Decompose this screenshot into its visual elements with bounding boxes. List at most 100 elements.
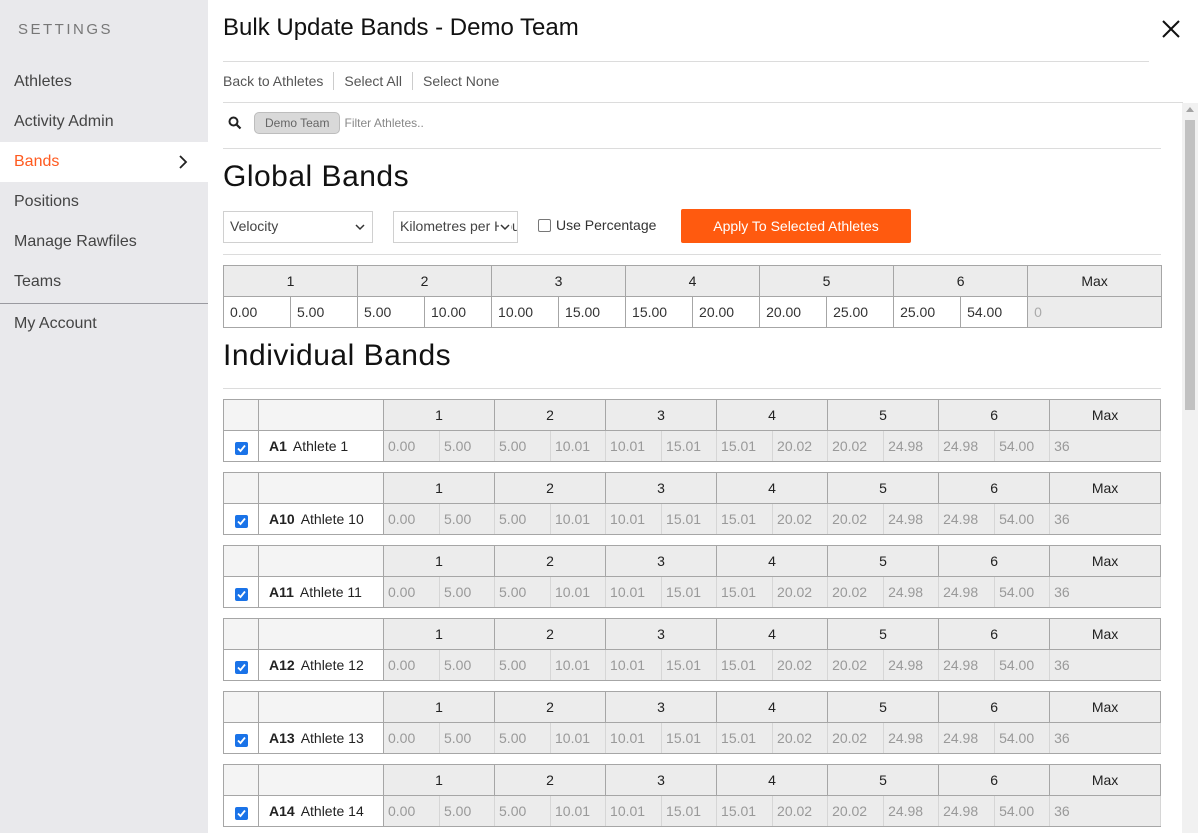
band-max-value-input[interactable]: 36: [1049, 649, 1162, 681]
sidebar-item-activity-admin[interactable]: Activity Admin: [0, 102, 208, 142]
band-min-input[interactable]: 10.00: [491, 296, 560, 328]
band-max-input[interactable]: 20.02: [772, 649, 829, 681]
band-max-value-input[interactable]: 36: [1049, 722, 1162, 754]
use-percentage-checkbox[interactable]: [538, 218, 551, 232]
band-max-input[interactable]: 5.00: [438, 576, 496, 608]
band-max-input[interactable]: 10.01: [550, 430, 607, 462]
band-max-input[interactable]: 54.00: [960, 296, 1029, 328]
band-min-input[interactable]: 15.01: [716, 576, 774, 608]
band-min-input[interactable]: 15.01: [716, 722, 774, 754]
band-min-input[interactable]: 5.00: [494, 722, 552, 754]
close-icon[interactable]: [1160, 18, 1182, 40]
band-max-input[interactable]: 10.01: [550, 576, 607, 608]
band-max-input[interactable]: 15.01: [661, 722, 718, 754]
band-min-input[interactable]: 5.00: [494, 503, 552, 535]
band-min-input[interactable]: 24.98: [938, 649, 996, 681]
athlete-select-checkbox[interactable]: [234, 514, 248, 528]
team-filter-chip[interactable]: Demo Team: [254, 112, 341, 134]
band-max-input[interactable]: 10.00: [424, 296, 493, 328]
band-max-input[interactable]: 24.98: [883, 649, 940, 681]
athlete-select-checkbox[interactable]: [234, 733, 248, 747]
back-to-athletes-link[interactable]: Back to Athletes: [223, 72, 333, 90]
sidebar-item-manage-rawfiles[interactable]: Manage Rawfiles: [0, 222, 208, 262]
band-min-input[interactable]: 10.01: [605, 430, 663, 462]
band-max-input[interactable]: 10.01: [550, 795, 607, 827]
band-min-input[interactable]: 20.02: [827, 430, 885, 462]
band-max-input[interactable]: 54.00: [994, 430, 1051, 462]
band-min-input[interactable]: 5.00: [357, 296, 426, 328]
band-min-input[interactable]: 20.02: [827, 649, 885, 681]
scroll-up-arrow-icon[interactable]: [1186, 107, 1194, 112]
sidebar-item-positions[interactable]: Positions: [0, 182, 208, 222]
band-max-input[interactable]: 20.02: [772, 430, 829, 462]
band-min-input[interactable]: 24.98: [938, 503, 996, 535]
scroll-thumb[interactable]: [1185, 120, 1195, 410]
band-min-input[interactable]: 0.00: [223, 296, 291, 328]
band-min-input[interactable]: 20.02: [827, 722, 885, 754]
band-max-input[interactable]: 24.98: [883, 576, 940, 608]
band-min-input[interactable]: 10.01: [605, 503, 663, 535]
band-max-value-input[interactable]: 36: [1049, 430, 1162, 462]
band-min-input[interactable]: 20.02: [827, 795, 885, 827]
band-max-input[interactable]: 10.01: [550, 649, 607, 681]
band-max-input[interactable]: 20.02: [772, 795, 829, 827]
band-max-input[interactable]: 5.00: [438, 649, 496, 681]
athlete-select-checkbox[interactable]: [234, 587, 248, 601]
band-min-input[interactable]: 0.00: [383, 503, 440, 535]
band-min-input[interactable]: 0.00: [383, 430, 440, 462]
band-max-input[interactable]: 24.98: [883, 722, 940, 754]
band-max-input[interactable]: 20.00: [692, 296, 761, 328]
band-min-input[interactable]: 25.00: [893, 296, 962, 328]
band-min-input[interactable]: 15.01: [716, 795, 774, 827]
band-max-input[interactable]: 20.02: [772, 503, 829, 535]
band-min-input[interactable]: 15.01: [716, 430, 774, 462]
athlete-select-checkbox[interactable]: [234, 806, 248, 820]
band-min-input[interactable]: 20.02: [827, 503, 885, 535]
band-min-input[interactable]: 15.01: [716, 649, 774, 681]
band-max-input[interactable]: 5.00: [289, 296, 359, 328]
band-max-input[interactable]: 54.00: [994, 649, 1051, 681]
band-max-input[interactable]: 25.00: [826, 296, 895, 328]
band-max-input[interactable]: 15.01: [661, 649, 718, 681]
filter-athletes-input[interactable]: [344, 116, 545, 130]
band-min-input[interactable]: 5.00: [494, 576, 552, 608]
band-min-input[interactable]: 24.98: [938, 576, 996, 608]
band-max-input[interactable]: 15.01: [661, 430, 718, 462]
band-min-input[interactable]: 5.00: [494, 795, 552, 827]
band-max-input[interactable]: 5.00: [438, 430, 496, 462]
band-max-value-input[interactable]: 36: [1049, 795, 1162, 827]
band-min-input[interactable]: 15.01: [716, 503, 774, 535]
sidebar-item-bands[interactable]: Bands: [0, 142, 208, 182]
band-min-input[interactable]: 20.02: [827, 576, 885, 608]
unit-select[interactable]: Kilometres per Hour: [393, 211, 518, 243]
band-max-input[interactable]: 54.00: [994, 576, 1051, 608]
band-min-input[interactable]: 10.01: [605, 722, 663, 754]
sidebar-item-teams[interactable]: Teams: [0, 262, 208, 302]
band-max-input[interactable]: 5.00: [438, 795, 496, 827]
band-min-input[interactable]: 0.00: [383, 576, 440, 608]
band-max-input[interactable]: 15.00: [558, 296, 627, 328]
band-min-input[interactable]: 10.01: [605, 576, 663, 608]
band-min-input[interactable]: 24.98: [938, 430, 996, 462]
band-max-input[interactable]: 20.02: [772, 576, 829, 608]
band-max-input[interactable]: 10.01: [550, 722, 607, 754]
band-max-input[interactable]: 15.01: [661, 795, 718, 827]
athlete-select-checkbox[interactable]: [234, 441, 248, 455]
band-min-input[interactable]: 24.98: [938, 795, 996, 827]
band-max-value-input[interactable]: 36: [1049, 576, 1162, 608]
athlete-select-checkbox[interactable]: [234, 660, 248, 674]
band-max-value-input[interactable]: 0: [1027, 296, 1163, 328]
apply-to-selected-button[interactable]: Apply To Selected Athletes: [681, 209, 911, 243]
metric-select[interactable]: Velocity: [223, 211, 373, 243]
band-max-input[interactable]: 15.01: [661, 576, 718, 608]
band-max-value-input[interactable]: 36: [1049, 503, 1162, 535]
band-min-input[interactable]: 5.00: [494, 430, 552, 462]
band-min-input[interactable]: 5.00: [494, 649, 552, 681]
band-max-input[interactable]: 5.00: [438, 503, 496, 535]
select-all-link[interactable]: Select All: [333, 72, 412, 90]
band-min-input[interactable]: 0.00: [383, 649, 440, 681]
band-min-input[interactable]: 15.00: [625, 296, 694, 328]
sidebar-item-my-account[interactable]: My Account: [0, 304, 208, 344]
band-max-input[interactable]: 10.01: [550, 503, 607, 535]
scrollbar[interactable]: [1182, 103, 1198, 833]
